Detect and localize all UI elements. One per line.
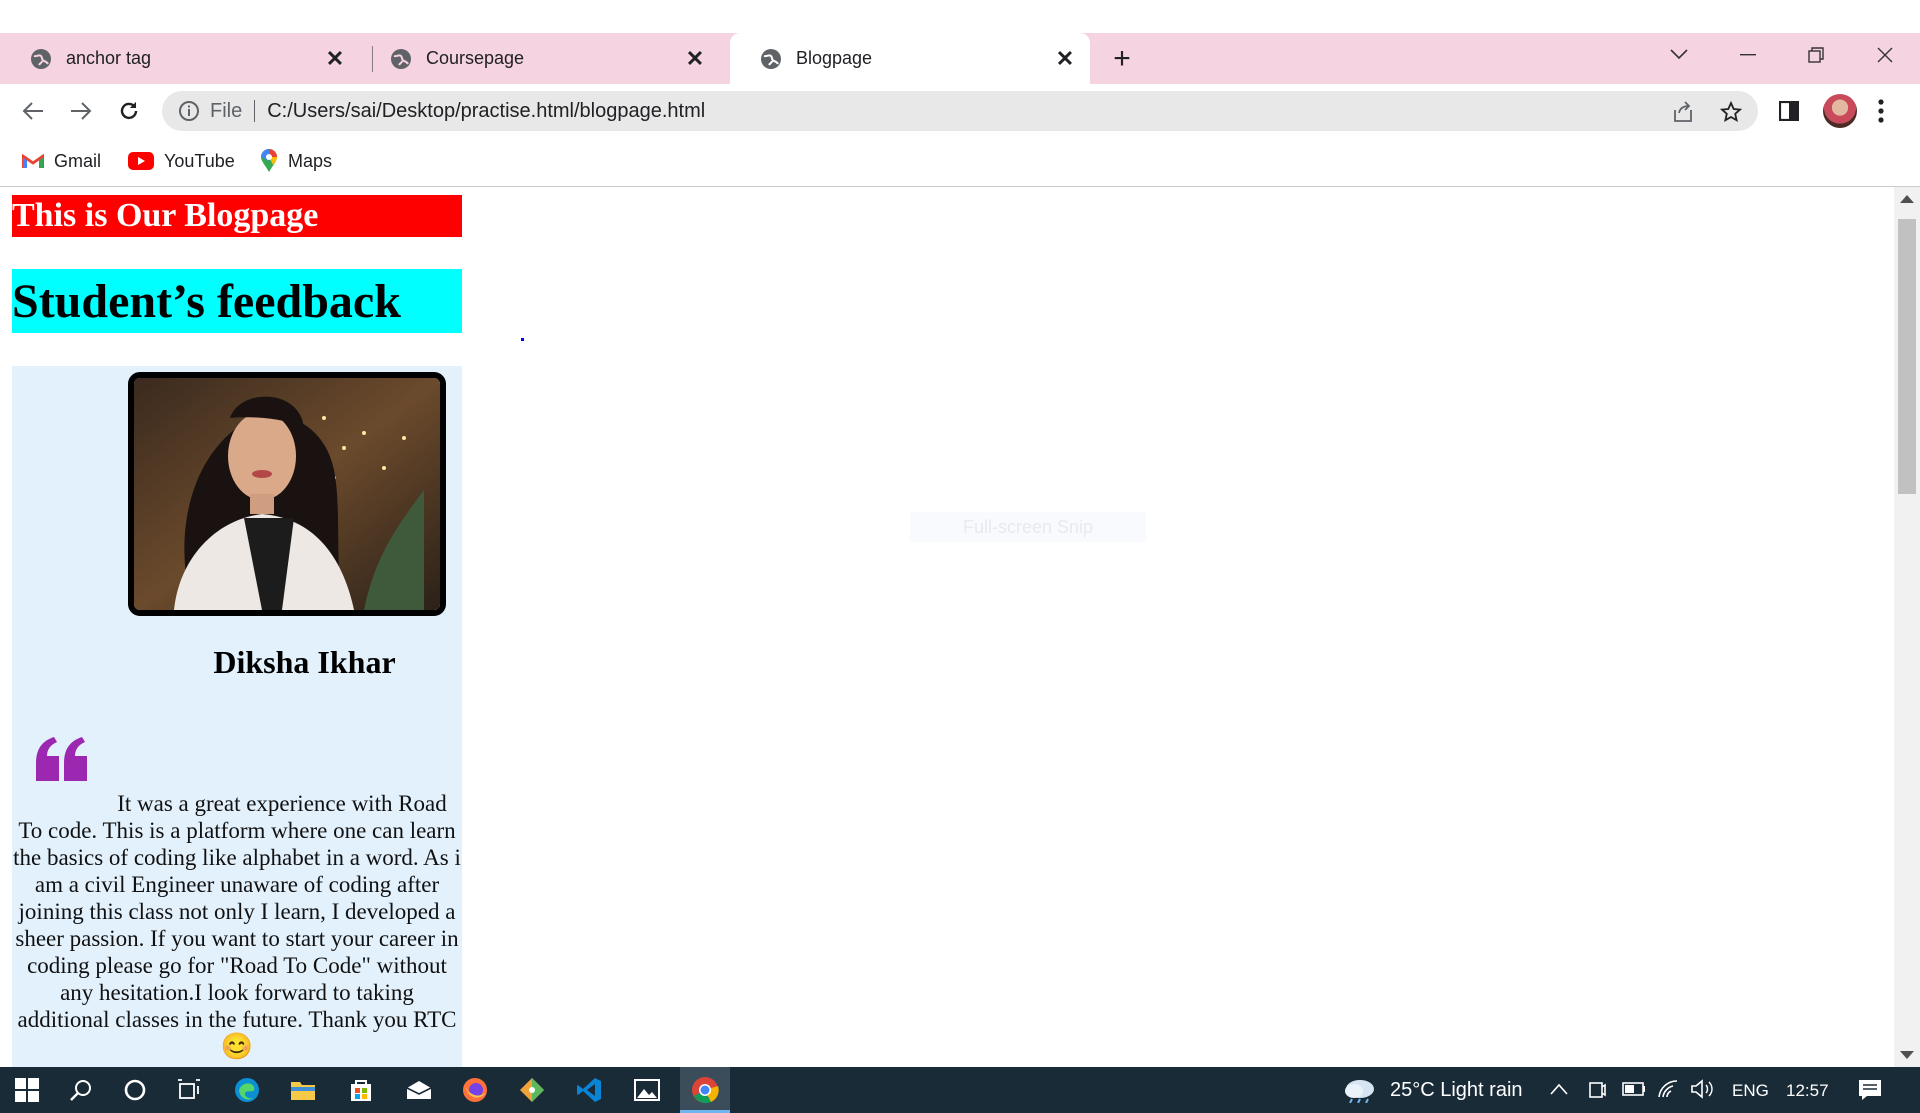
bookmark-label: Maps bbox=[288, 150, 333, 171]
address-bar[interactable]: File C:/Users/sai/Desktop/practise.html/… bbox=[162, 91, 1758, 131]
bookmark-label: YouTube bbox=[164, 150, 235, 171]
globe-icon bbox=[761, 48, 781, 69]
git-icon[interactable] bbox=[517, 1075, 547, 1105]
chrome-taskbar-button[interactable] bbox=[680, 1067, 730, 1113]
url-text[interactable]: C:/Users/sai/Desktop/practise.html/blogp… bbox=[267, 100, 705, 123]
weather-text[interactable]: 25°C Light rain bbox=[1390, 1079, 1523, 1102]
bookmark-label: Gmail bbox=[54, 150, 102, 171]
scroll-down-arrow-icon[interactable] bbox=[1900, 1051, 1914, 1059]
tab-bar: anchor tag ✕ Coursepage ✕ Blogpage ✕ bbox=[0, 33, 1920, 84]
star-bookmark-icon[interactable] bbox=[1720, 101, 1742, 123]
windows-start-icon[interactable] bbox=[12, 1075, 42, 1105]
volume-icon[interactable] bbox=[1690, 1079, 1714, 1099]
browser-toolbar: File C:/Users/sai/Desktop/practise.html/… bbox=[0, 84, 1920, 138]
tab-title: Blogpage bbox=[796, 48, 873, 68]
wifi-icon[interactable] bbox=[1657, 1079, 1679, 1099]
maps-icon bbox=[261, 149, 277, 172]
tab-title: anchor tag bbox=[66, 48, 152, 68]
file-scheme-label: File bbox=[210, 99, 243, 122]
back-arrow-icon[interactable] bbox=[16, 94, 50, 128]
bookmark-maps[interactable]: Maps bbox=[260, 148, 332, 174]
bookmark-youtube[interactable]: YouTube bbox=[128, 148, 235, 174]
tab-title: Coursepage bbox=[426, 48, 525, 68]
page-viewport: This is Our Blogpage Student’s feedback … bbox=[0, 187, 1894, 1067]
feedback-text: It was a great experience with Road To c… bbox=[12, 790, 462, 1061]
edge-browser-icon[interactable] bbox=[232, 1075, 262, 1105]
file-explorer-icon[interactable] bbox=[288, 1075, 318, 1105]
stray-dot bbox=[521, 338, 524, 341]
globe-icon bbox=[391, 48, 411, 69]
cortana-icon[interactable] bbox=[120, 1075, 150, 1105]
feedback-heading: Student’s feedback bbox=[12, 269, 462, 333]
language-indicator[interactable]: ENG bbox=[1732, 1081, 1769, 1101]
side-panel-icon[interactable] bbox=[1779, 101, 1799, 121]
page-scrollbar[interactable] bbox=[1894, 187, 1920, 1067]
restore-icon[interactable] bbox=[1785, 33, 1847, 77]
info-icon[interactable] bbox=[178, 100, 200, 122]
firefox-icon[interactable] bbox=[460, 1075, 490, 1105]
notifications-icon[interactable] bbox=[1858, 1079, 1882, 1101]
address-divider bbox=[254, 100, 256, 122]
mail-icon[interactable] bbox=[404, 1075, 434, 1105]
close-tab-icon[interactable]: ✕ bbox=[1052, 46, 1078, 72]
scroll-up-arrow-icon[interactable] bbox=[1900, 195, 1914, 203]
window-top-strip bbox=[0, 0, 1920, 33]
rain-cloud-icon bbox=[1345, 1080, 1374, 1103]
quote-icon bbox=[36, 737, 87, 781]
tab-anchor-tag[interactable]: anchor tag ✕ bbox=[0, 33, 360, 84]
feedback-body: To code. This is a platform where one ca… bbox=[13, 818, 461, 1032]
feedback-card: Diksha Ikhar It was a great experience w… bbox=[12, 366, 462, 1067]
forward-arrow-icon[interactable] bbox=[64, 94, 98, 128]
close-window-icon[interactable] bbox=[1854, 33, 1916, 77]
task-view-icon[interactable] bbox=[174, 1075, 204, 1105]
chevron-up-icon[interactable] bbox=[1550, 1083, 1568, 1095]
full-screen-snip-overlay[interactable]: Full-screen Snip bbox=[910, 512, 1146, 542]
close-tab-icon[interactable]: ✕ bbox=[682, 46, 708, 72]
search-icon[interactable] bbox=[66, 1075, 96, 1105]
tab-blogpage[interactable]: Blogpage ✕ bbox=[730, 33, 1090, 84]
more-menu-icon[interactable] bbox=[1878, 98, 1884, 124]
globe-icon bbox=[31, 48, 51, 69]
tab-coursepage[interactable]: Coursepage ✕ bbox=[360, 33, 720, 84]
clock-time[interactable]: 12:57 bbox=[1786, 1081, 1829, 1101]
meet-now-icon[interactable] bbox=[1588, 1079, 1606, 1101]
tab-search-icon[interactable] bbox=[1648, 33, 1710, 77]
student-photo bbox=[128, 372, 446, 616]
scrollbar-thumb[interactable] bbox=[1898, 219, 1916, 494]
chrome-icon bbox=[692, 1077, 719, 1104]
minimize-icon[interactable] bbox=[1717, 33, 1779, 77]
student-name: Diksha Ikhar bbox=[213, 644, 396, 680]
windows-taskbar: 25°C Light rain ENG 12:57 bbox=[0, 1067, 1920, 1113]
feedback-lead: It was a great experience with Road bbox=[117, 791, 447, 816]
avatar[interactable] bbox=[1823, 94, 1857, 128]
vscode-icon[interactable] bbox=[574, 1075, 604, 1105]
store-icon[interactable] bbox=[346, 1075, 376, 1105]
bookmarks-bar: Gmail YouTube Maps bbox=[0, 138, 1920, 187]
page-heading: This is Our Blogpage bbox=[12, 195, 462, 237]
photos-icon[interactable] bbox=[632, 1075, 662, 1105]
smile-emoji-icon: 😊 bbox=[220, 1032, 254, 1061]
reload-icon[interactable] bbox=[112, 94, 146, 128]
battery-icon[interactable] bbox=[1622, 1082, 1646, 1096]
close-tab-icon[interactable]: ✕ bbox=[322, 46, 348, 72]
new-tab-button[interactable]: + bbox=[1106, 33, 1138, 84]
share-icon[interactable] bbox=[1672, 101, 1694, 123]
youtube-icon bbox=[128, 152, 154, 170]
gmail-icon bbox=[22, 153, 44, 168]
bookmark-gmail[interactable]: Gmail bbox=[22, 148, 101, 174]
